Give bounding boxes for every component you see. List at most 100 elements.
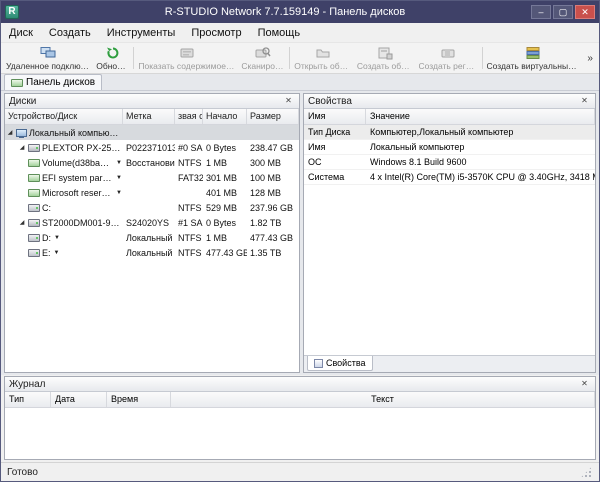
toolbar-separator (133, 47, 134, 69)
toolbar-label: Обновить (96, 61, 129, 71)
property-row[interactable]: Имя Локальный компьютер (304, 140, 595, 155)
expander-icon[interactable]: ◢ (6, 129, 14, 136)
dropdown-icon[interactable]: ▼ (54, 235, 60, 241)
logical-disk-icon (28, 204, 40, 212)
menu-tools[interactable]: Инструменты (99, 25, 184, 41)
disks-panel-header: Диски ✕ (5, 94, 299, 109)
dropdown-icon[interactable]: ▼ (116, 190, 122, 196)
cell-size: 128 MB (247, 188, 299, 198)
dropdown-icon[interactable]: ▼ (116, 160, 122, 166)
logical-disk-icon (28, 234, 40, 242)
minimize-button[interactable]: – (531, 5, 551, 19)
property-value: Компьютер,Локальный компьютер (366, 127, 595, 137)
create-image-button[interactable]: Создать образ... (354, 44, 416, 72)
open-image-button[interactable]: Открыть образ... (291, 44, 354, 72)
cell-fs: NTFS (175, 203, 203, 213)
menu-create[interactable]: Создать (41, 25, 99, 41)
cell-start: 0 Bytes (203, 218, 247, 228)
window-title: R-STUDIO Network 7.7.159149 - Панель дис… (41, 6, 529, 18)
create-virtual-raid-button[interactable]: Создать виртуальный RAID (484, 44, 584, 72)
maximize-button[interactable]: ▢ (553, 5, 573, 19)
refresh-icon (106, 46, 120, 61)
device-name: Microsoft reserved p. (42, 188, 113, 198)
scan-button[interactable]: Сканировать (238, 44, 288, 72)
property-row[interactable]: ОС Windows 8.1 Build 9600 (304, 155, 595, 170)
table-row[interactable]: ◢ ST2000DM001-9YN164 C... S24020YS #1 SA… (5, 215, 299, 230)
cell-size: 237.96 GB (247, 203, 299, 213)
refresh-button[interactable]: Обновить (93, 44, 132, 72)
dropdown-icon[interactable]: ▼ (116, 175, 122, 181)
table-row[interactable]: E: ▼ Локальный ди... NTFS 477.43 GB 1.35… (5, 245, 299, 260)
create-region-button[interactable]: Создать регион... (416, 44, 481, 72)
table-row[interactable]: ◢ Локальный компьютер (5, 125, 299, 140)
column-header[interactable]: Дата (51, 392, 107, 407)
device-name: C: (42, 203, 51, 213)
menu-disk[interactable]: Диск (1, 25, 41, 41)
journal-panel-title: Журнал (9, 379, 46, 390)
property-value: Windows 8.1 Build 9600 (366, 157, 595, 167)
cell-size: 300 MB (247, 158, 299, 168)
resize-grip-icon[interactable] (580, 466, 593, 479)
column-header[interactable]: Начало (203, 109, 247, 124)
tab-label: Свойства (326, 358, 366, 368)
property-row[interactable]: Тип Диска Компьютер,Локальный компьютер (304, 125, 595, 140)
show-disk-content-button[interactable]: Показать содержимое диска (135, 44, 238, 72)
remote-connect-button[interactable]: Удаленное подключение (3, 44, 93, 72)
column-header[interactable]: Время (107, 392, 171, 407)
cell-fs: NTFS (175, 158, 203, 168)
table-row[interactable]: D: ▼ Локальный ди... NTFS 1 MB 477.43 GB (5, 230, 299, 245)
show-disk-content-icon (179, 46, 195, 61)
journal-panel-header: Журнал ✕ (5, 377, 595, 392)
close-icon[interactable]: ✕ (578, 378, 591, 390)
toolbar: Удаленное подключение Обновить Показать … (1, 42, 599, 74)
menu-help[interactable]: Помощь (250, 25, 309, 41)
toolbar-label: Показать содержимое диска (138, 61, 235, 71)
close-button[interactable]: ✕ (575, 5, 595, 19)
column-header[interactable]: Тип (5, 392, 51, 407)
toolbar-overflow-button[interactable]: » (583, 53, 597, 64)
property-name: Тип Диска (304, 127, 366, 137)
property-row[interactable]: Система 4 x Intel(R) Core(TM) i5-3570K C… (304, 170, 595, 185)
column-header[interactable]: Метка (123, 109, 175, 124)
toolbar-label: Создать образ... (357, 61, 413, 71)
table-row[interactable]: Volume(d38ba4aa-24 ▼ Восстановить NTFS 1… (5, 155, 299, 170)
properties-tab-icon (314, 359, 323, 368)
titlebar: R R-STUDIO Network 7.7.159149 - Панель д… (1, 1, 599, 23)
column-header[interactable]: звая си (175, 109, 203, 124)
column-header[interactable]: Устройство/Диск (5, 109, 123, 124)
close-icon[interactable]: ✕ (578, 95, 591, 107)
toolbar-label: Создать регион... (419, 61, 478, 71)
properties-column-headers: Имя Значение (304, 109, 595, 125)
table-row[interactable]: Microsoft reserved p. ▼ 401 MB 128 MB (5, 185, 299, 200)
partition-icon (28, 159, 40, 167)
tab-properties[interactable]: Свойства (307, 356, 373, 371)
table-row[interactable]: EFI system partition ▼ FAT32 301 MB 100 … (5, 170, 299, 185)
expander-icon[interactable]: ◢ (18, 144, 26, 151)
cell-fs: #0 SA... (175, 143, 203, 153)
table-row[interactable]: C: NTFS 529 MB 237.96 GB (5, 200, 299, 215)
device-name: ST2000DM001-9YN164 C... (42, 218, 122, 228)
tab-disk-panel[interactable]: Панель дисков (4, 74, 102, 90)
dropdown-icon[interactable]: ▼ (54, 250, 60, 256)
app-icon: R (5, 5, 19, 19)
close-icon[interactable]: ✕ (282, 95, 295, 107)
expander-icon[interactable]: ◢ (18, 219, 26, 226)
toolbar-separator (482, 47, 483, 69)
disk-panel-icon (11, 79, 23, 87)
column-header[interactable]: Текст (171, 392, 595, 407)
menu-view[interactable]: Просмотр (183, 25, 249, 41)
properties-tabbar: Свойства (304, 355, 595, 372)
cell-label: S24020YS (123, 218, 175, 228)
toolbar-label: Сканировать (241, 61, 285, 71)
column-header[interactable]: Имя (304, 109, 366, 124)
property-value: Локальный компьютер (366, 142, 595, 152)
device-name: EFI system partition (42, 173, 113, 183)
remote-connect-icon (40, 46, 56, 61)
table-row[interactable]: ◢ PLEXTOR PX-256M5Pro 1... P02237101359 … (5, 140, 299, 155)
create-virtual-raid-icon (525, 46, 541, 61)
column-header[interactable]: Значение (366, 109, 595, 124)
property-name: ОС (304, 157, 366, 167)
column-header[interactable]: Размер (247, 109, 299, 124)
cell-start: 0 Bytes (203, 143, 247, 153)
property-name: Система (304, 172, 366, 182)
